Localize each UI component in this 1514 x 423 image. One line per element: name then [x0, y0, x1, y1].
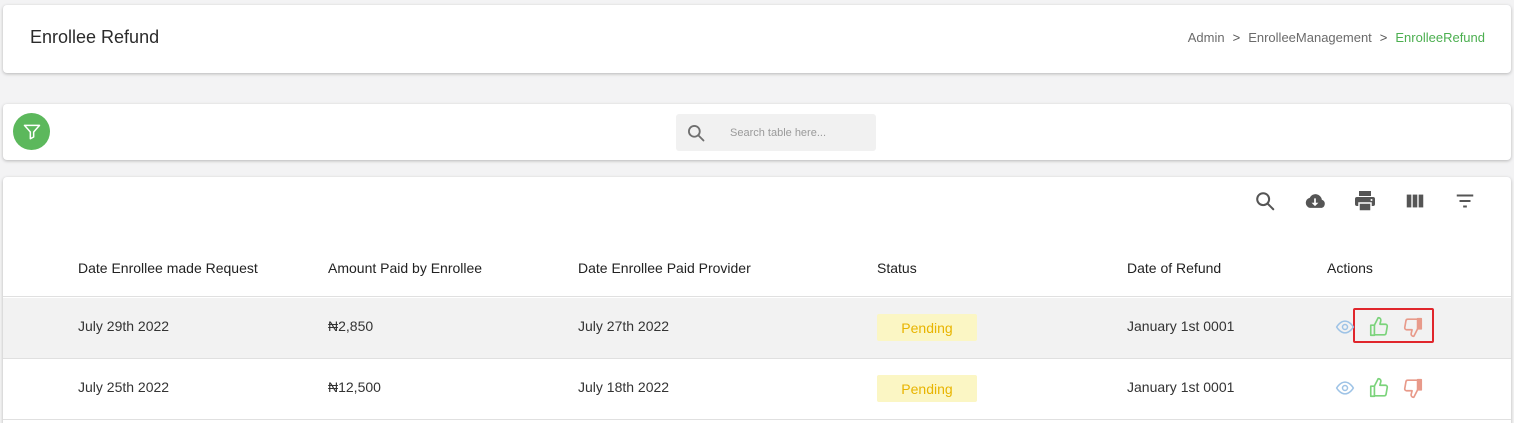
- refund-date-cell: January 1st 0001: [1127, 318, 1235, 334]
- amount-cell: ₦2,850: [328, 318, 374, 334]
- status-badge: Pending: [877, 375, 977, 402]
- toolbar-search-button[interactable]: [1253, 189, 1277, 213]
- paid-provider-date-cell: July 27th 2022: [578, 318, 670, 334]
- paid-provider-date-cell: July 18th 2022: [578, 379, 670, 395]
- print-button[interactable]: [1353, 189, 1377, 213]
- page-title: Enrollee Refund: [30, 27, 160, 47]
- request-date-cell: July 25th 2022: [78, 379, 170, 395]
- breadcrumb-item-enrollee-refund: EnrolleeRefund: [1395, 30, 1485, 45]
- filter-button[interactable]: [13, 113, 50, 150]
- refund-date-cell: January 1st 0001: [1127, 379, 1235, 395]
- status-badge: Pending: [877, 314, 977, 341]
- table-toolbar: [1253, 189, 1477, 213]
- columns-icon: [1406, 194, 1424, 208]
- column-header-request-date[interactable]: Date Enrollee made Request: [78, 260, 258, 276]
- column-header-refund-date[interactable]: Date of Refund: [1127, 260, 1221, 276]
- breadcrumb-item-enrollee-management[interactable]: EnrolleeManagement: [1248, 30, 1372, 45]
- columns-button[interactable]: [1403, 189, 1427, 213]
- column-header-amount[interactable]: Amount Paid by Enrollee: [328, 260, 482, 276]
- filter-bar: [3, 104, 1511, 160]
- thumbs-down-icon: [1403, 378, 1423, 398]
- table-search: [676, 114, 876, 151]
- approve-button[interactable]: [1368, 377, 1390, 399]
- refund-table-card: Date Enrollee made Request Amount Paid b…: [3, 177, 1511, 423]
- eye-icon: [1335, 320, 1355, 334]
- breadcrumb-item-admin[interactable]: Admin: [1188, 30, 1225, 45]
- approve-button[interactable]: [1368, 316, 1390, 338]
- page-header: Enrollee Refund Admin > EnrolleeManageme…: [3, 5, 1511, 73]
- cloud-download-icon: [1305, 194, 1325, 208]
- search-icon: [1256, 192, 1275, 211]
- search-icon: [686, 122, 708, 144]
- amount-cell: ₦12,500: [328, 379, 381, 395]
- table-row: July 25th 2022 ₦12,500 July 18th 2022 Pe…: [3, 359, 1511, 420]
- filter-list-button[interactable]: [1453, 189, 1477, 213]
- row-actions: [1334, 316, 1424, 338]
- view-button[interactable]: [1334, 316, 1356, 338]
- column-header-paid-provider-date[interactable]: Date Enrollee Paid Provider: [578, 260, 751, 276]
- thumbs-up-icon: [1369, 317, 1389, 337]
- search-input[interactable]: [730, 126, 870, 139]
- table-header: Date Enrollee made Request Amount Paid b…: [3, 237, 1511, 297]
- column-header-actions: Actions: [1327, 260, 1373, 276]
- breadcrumb-separator-icon: >: [1379, 30, 1388, 45]
- column-header-status[interactable]: Status: [877, 260, 917, 276]
- table-row: July 29th 2022 ₦2,850 July 27th 2022 Pen…: [3, 298, 1511, 359]
- request-date-cell: July 29th 2022: [78, 318, 170, 334]
- eye-icon: [1335, 381, 1355, 395]
- download-button[interactable]: [1303, 189, 1327, 213]
- funnel-icon: [23, 124, 40, 139]
- thumbs-down-icon: [1403, 317, 1423, 337]
- breadcrumb-separator-icon: >: [1232, 30, 1241, 45]
- reject-button[interactable]: [1402, 316, 1424, 338]
- reject-button[interactable]: [1402, 377, 1424, 399]
- thumbs-up-icon: [1369, 378, 1389, 398]
- view-button[interactable]: [1334, 377, 1356, 399]
- print-icon: [1355, 191, 1375, 212]
- breadcrumb: Admin > EnrolleeManagement > EnrolleeRef…: [1188, 30, 1485, 45]
- filter-list-icon: [1456, 194, 1474, 208]
- row-actions: [1334, 377, 1424, 399]
